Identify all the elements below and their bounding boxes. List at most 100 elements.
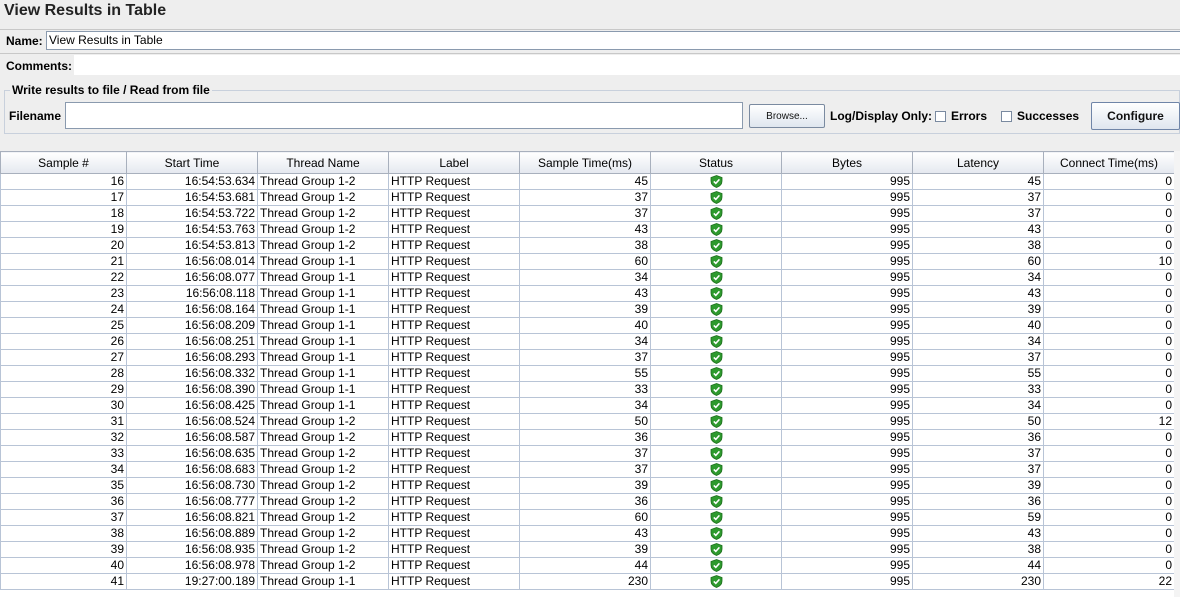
table-cell: 0	[1043, 477, 1175, 494]
table-cell: 16:56:08.118	[126, 285, 258, 302]
table-cell: 36	[519, 429, 651, 446]
column-header[interactable]: Label	[388, 151, 520, 174]
filename-input[interactable]	[65, 102, 743, 129]
table-cell: 38	[912, 237, 1044, 254]
table-cell: 25	[0, 317, 127, 334]
table-cell: HTTP Request	[388, 509, 520, 526]
table-cell: 0	[1043, 173, 1175, 190]
table-cell: 36	[519, 493, 651, 510]
table-row[interactable]: 33 16:56:08.635 Thread Group 1-2 HTTP Reque…	[0, 445, 1175, 462]
column-header[interactable]: Status	[650, 151, 782, 174]
table-row[interactable]: 31 16:56:08.524 Thread Group 1-2 HTTP Reque…	[0, 413, 1175, 430]
status-cell	[650, 365, 782, 382]
status-cell	[650, 541, 782, 558]
table-row[interactable]: 27 16:56:08.293 Thread Group 1-1 HTTP Reque…	[0, 349, 1175, 366]
configure-button[interactable]: Configure	[1091, 102, 1180, 130]
table-cell: 995	[781, 301, 913, 318]
table-row[interactable]: 30 16:56:08.425 Thread Group 1-1 HTTP Reque…	[0, 397, 1175, 414]
table-cell: 16:54:53.722	[126, 205, 258, 222]
table-cell: 16:56:08.821	[126, 509, 258, 526]
table-row[interactable]: 17 16:54:53.681 Thread Group 1-2 HTTP Reque…	[0, 189, 1175, 206]
table-cell: 55	[519, 365, 651, 382]
table-body: 16 16:54:53.634 Thread Group 1-2 HTTP Reque…	[0, 173, 1175, 590]
table-cell: 16:56:08.777	[126, 493, 258, 510]
table-cell: 16:54:53.634	[126, 173, 258, 190]
table-row[interactable]: 28 16:56:08.332 Thread Group 1-1 HTTP Reque…	[0, 365, 1175, 382]
status-cell	[650, 445, 782, 462]
table-cell: 19:27:00.189	[126, 573, 258, 590]
table-cell: HTTP Request	[388, 381, 520, 398]
table-cell: 16	[0, 173, 127, 190]
table-row[interactable]: 29 16:56:08.390 Thread Group 1-1 HTTP Reque…	[0, 381, 1175, 398]
table-cell: 30	[0, 397, 127, 414]
table-cell: 16:56:08.889	[126, 525, 258, 542]
table-row[interactable]: 39 16:56:08.935 Thread Group 1-2 HTTP Reque…	[0, 541, 1175, 558]
column-header[interactable]: Sample #	[0, 151, 127, 174]
table-cell: 43	[912, 221, 1044, 238]
errors-label: Errors	[951, 109, 988, 123]
table-row[interactable]: 19 16:54:53.763 Thread Group 1-2 HTTP Reque…	[0, 221, 1175, 238]
table-cell: 37	[912, 349, 1044, 366]
browse-button[interactable]: Browse...	[749, 104, 825, 128]
success-shield-icon	[710, 447, 723, 461]
table-row[interactable]: 22 16:56:08.077 Thread Group 1-1 HTTP Reque…	[0, 269, 1175, 286]
status-cell	[650, 301, 782, 318]
table-cell: Thread Group 1-2	[257, 493, 389, 510]
table-cell: 995	[781, 189, 913, 206]
table-cell: HTTP Request	[388, 173, 520, 190]
success-shield-icon	[710, 527, 723, 541]
successes-option[interactable]: Successes	[1001, 109, 1079, 123]
table-cell: 0	[1043, 445, 1175, 462]
table-cell: 995	[781, 397, 913, 414]
column-header[interactable]: Bytes	[781, 151, 913, 174]
table-row[interactable]: 25 16:56:08.209 Thread Group 1-1 HTTP Reque…	[0, 317, 1175, 334]
table-row[interactable]: 34 16:56:08.683 Thread Group 1-2 HTTP Reque…	[0, 461, 1175, 478]
table-cell: 995	[781, 253, 913, 270]
table-cell: Thread Group 1-2	[257, 173, 389, 190]
success-shield-icon	[710, 319, 723, 333]
table-row[interactable]: 20 16:54:53.813 Thread Group 1-2 HTTP Reque…	[0, 237, 1175, 254]
name-input[interactable]	[46, 31, 1180, 50]
results-table-area[interactable]: Sample # Start Time Thread Name Label Sample…	[0, 151, 1180, 597]
table-cell: 44	[912, 557, 1044, 574]
table-cell: 20	[0, 237, 127, 254]
table-cell: 995	[781, 493, 913, 510]
table-cell: 0	[1043, 269, 1175, 286]
successes-checkbox[interactable]	[1001, 110, 1012, 122]
table-cell: 22	[1043, 573, 1175, 590]
table-cell: 19	[0, 221, 127, 238]
table-row[interactable]: 32 16:56:08.587 Thread Group 1-2 HTTP Reque…	[0, 429, 1175, 446]
table-row[interactable]: 21 16:56:08.014 Thread Group 1-1 HTTP Reque…	[0, 253, 1175, 270]
table-cell: 0	[1043, 189, 1175, 206]
table-row[interactable]: 38 16:56:08.889 Thread Group 1-2 HTTP Reque…	[0, 525, 1175, 542]
column-header[interactable]: Thread Name	[257, 151, 389, 174]
errors-option[interactable]: Errors	[935, 109, 987, 123]
table-row[interactable]: 36 16:56:08.777 Thread Group 1-2 HTTP Reque…	[0, 493, 1175, 510]
column-header[interactable]: Connect Time(ms)	[1043, 151, 1175, 174]
table-cell: 16:56:08.164	[126, 301, 258, 318]
table-row[interactable]: 35 16:56:08.730 Thread Group 1-2 HTTP Reque…	[0, 477, 1175, 494]
table-row[interactable]: 18 16:54:53.722 Thread Group 1-2 HTTP Reque…	[0, 205, 1175, 222]
table-cell: 39	[0, 541, 127, 558]
table-cell: 0	[1043, 317, 1175, 334]
table-row[interactable]: 40 16:56:08.978 Thread Group 1-2 HTTP Reque…	[0, 557, 1175, 574]
table-cell: 10	[1043, 253, 1175, 270]
column-header[interactable]: Sample Time(ms)	[519, 151, 651, 174]
table-row[interactable]: 26 16:56:08.251 Thread Group 1-1 HTTP Reque…	[0, 333, 1175, 350]
comments-input[interactable]	[74, 55, 1180, 75]
table-cell: 38	[519, 237, 651, 254]
table-row[interactable]: 23 16:56:08.118 Thread Group 1-1 HTTP Reque…	[0, 285, 1175, 302]
table-row[interactable]: 16 16:54:53.634 Thread Group 1-2 HTTP Reque…	[0, 173, 1175, 190]
table-row[interactable]: 24 16:56:08.164 Thread Group 1-1 HTTP Reque…	[0, 301, 1175, 318]
errors-checkbox[interactable]	[935, 110, 946, 122]
table-row[interactable]: 41 19:27:00.189 Thread Group 1-1 HTTP Reque…	[0, 573, 1175, 590]
table-cell: 16:54:53.813	[126, 237, 258, 254]
table-cell: HTTP Request	[388, 269, 520, 286]
table-cell: 16:56:08.730	[126, 477, 258, 494]
column-header[interactable]: Start Time	[126, 151, 258, 174]
vertical-scrollbar[interactable]	[1174, 151, 1180, 597]
table-cell: 995	[781, 573, 913, 590]
table-row[interactable]: 37 16:56:08.821 Thread Group 1-2 HTTP Reque…	[0, 509, 1175, 526]
table-cell: 995	[781, 221, 913, 238]
column-header[interactable]: Latency	[912, 151, 1044, 174]
